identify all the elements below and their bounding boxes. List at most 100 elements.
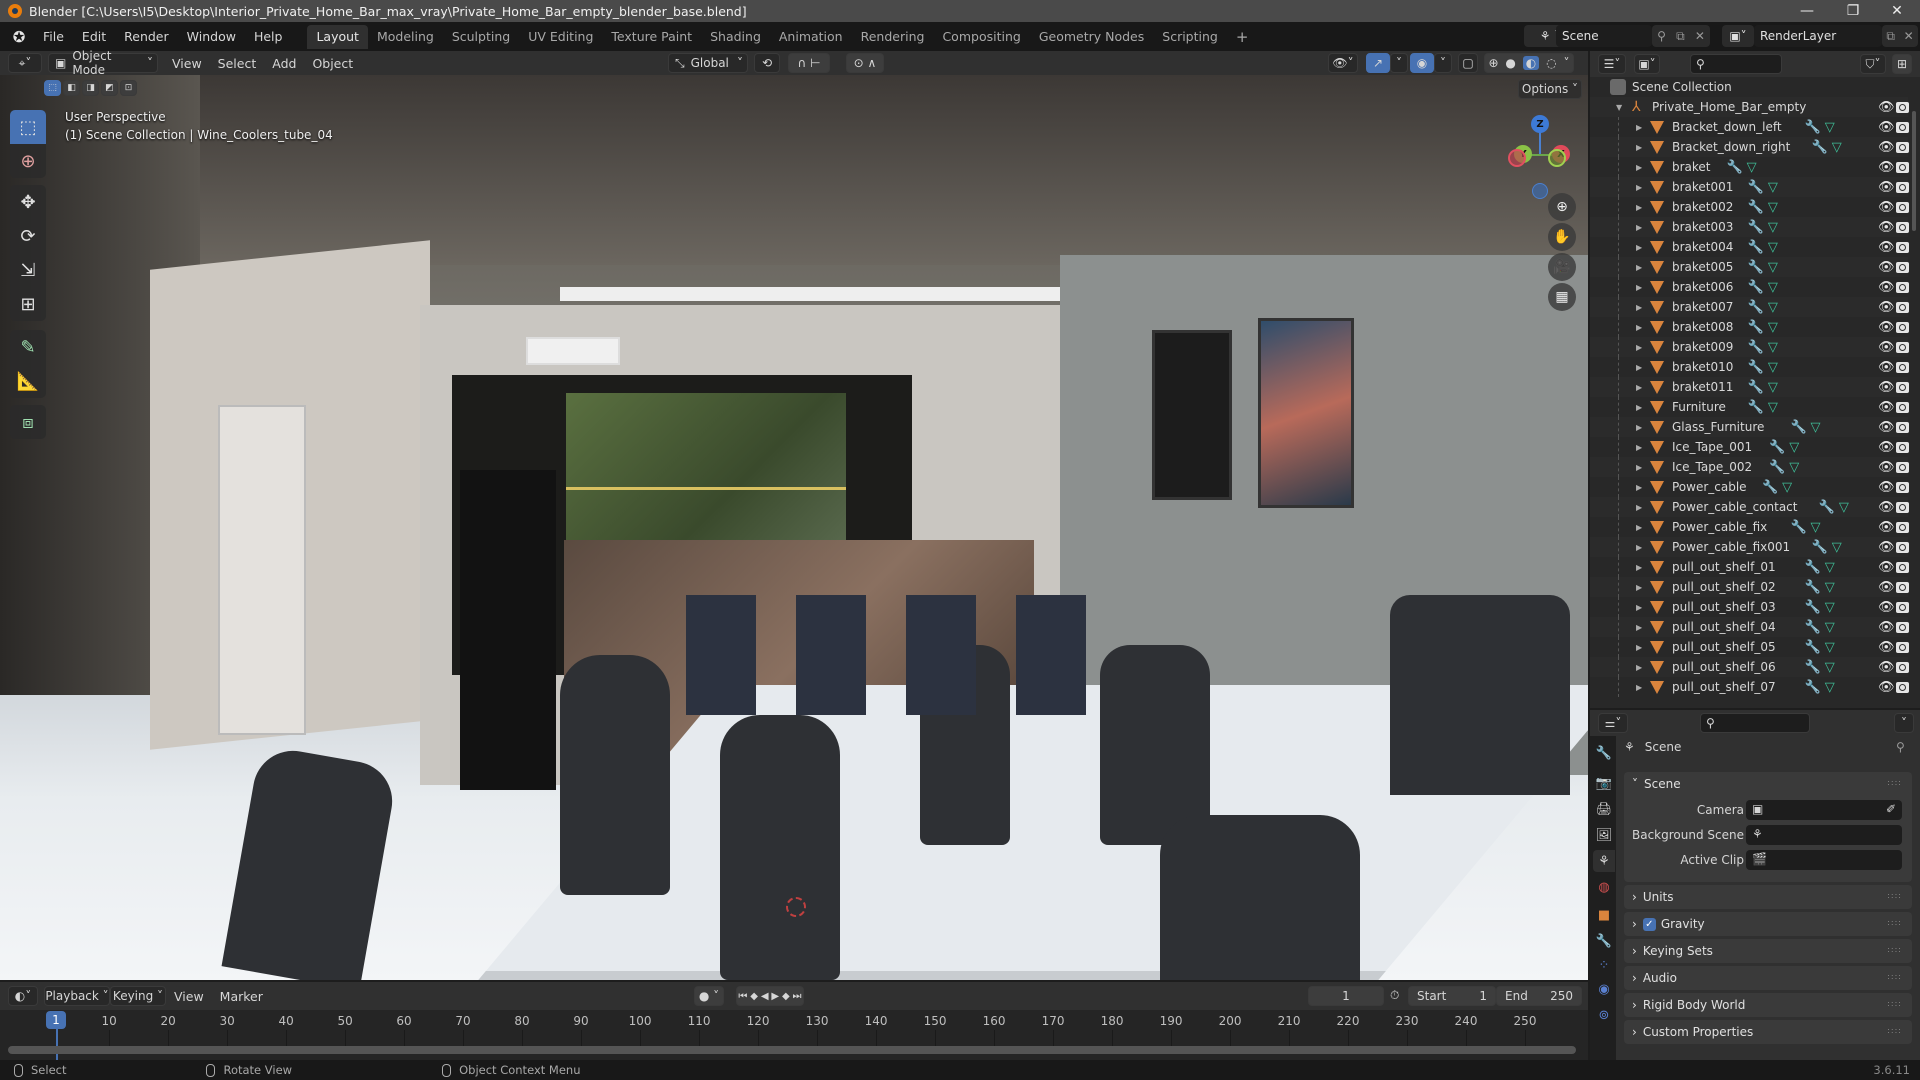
outliner-object-row[interactable]: ▶ braket009 🔧 ▽ 👁 <box>1590 337 1909 357</box>
mesh-data-icon[interactable]: ▽ <box>1768 320 1778 335</box>
mesh-data-icon[interactable]: ▽ <box>1789 440 1799 455</box>
properties-options-dropdown[interactable]: ˅ <box>1894 713 1914 733</box>
move-tool-icon[interactable]: ✥ <box>10 185 46 219</box>
auto-keying-toggle[interactable]: ● ˅ <box>694 986 724 1006</box>
visibility-eye-icon[interactable]: 👁 <box>1878 660 1895 675</box>
expand-arrow-icon[interactable]: ▶ <box>1636 523 1642 532</box>
z-axis-icon[interactable]: Z <box>1531 115 1549 133</box>
modifier-icon[interactable]: 🔧 <box>1805 680 1821 695</box>
outliner-object-row[interactable]: ▶ Bracket_down_right 🔧 ▽ 👁 <box>1590 137 1909 157</box>
editor-type-button[interactable]: ⚌˅ <box>1598 713 1628 733</box>
properties-search-input[interactable]: ⚲ <box>1700 713 1810 733</box>
visibility-eye-icon[interactable]: 👁 <box>1878 260 1895 275</box>
new-collection-button[interactable]: ⊞ <box>1892 54 1912 74</box>
outliner-object-row[interactable]: ▶ braket010 🔧 ▽ 👁 <box>1590 357 1909 377</box>
camera-view-icon[interactable]: 🎥 <box>1548 253 1576 281</box>
tab-sculpting[interactable]: Sculpting <box>443 25 519 49</box>
expand-arrow-icon[interactable]: ▶ <box>1636 363 1642 372</box>
preview-range-icon[interactable]: ⏱ <box>1390 988 1399 1003</box>
outliner-object-row[interactable]: ▶ Power_cable_fix001 🔧 ▽ 👁 <box>1590 537 1909 557</box>
measure-tool-icon[interactable]: 📐 <box>10 364 46 398</box>
world-tab-icon[interactable]: ◍ <box>1593 876 1615 898</box>
mesh-data-icon[interactable]: ▽ <box>1825 580 1835 595</box>
editor-type-button[interactable]: ◐˅ <box>8 986 38 1006</box>
render-camera-icon[interactable] <box>1896 461 1909 473</box>
outliner-search-input[interactable]: ⚲ <box>1690 54 1782 74</box>
menu-file[interactable]: File <box>34 26 73 48</box>
scene-tab-icon[interactable]: ⚘ <box>1593 850 1615 872</box>
camera-field[interactable]: ▣ ✐ <box>1746 800 1902 820</box>
tab-texture-paint[interactable]: Texture Paint <box>602 25 701 49</box>
mesh-data-icon[interactable]: ▽ <box>1768 340 1778 355</box>
visibility-eye-icon[interactable]: 👁 <box>1878 560 1895 575</box>
mesh-data-icon[interactable]: ▽ <box>1832 140 1842 155</box>
outliner-collection-row[interactable]: ▼ ⅄ Private_Home_Bar_empty 👁 <box>1590 97 1909 117</box>
visibility-eye-icon[interactable]: 👁 <box>1878 340 1895 355</box>
add-cube-tool-icon[interactable]: ⧈ <box>10 405 46 439</box>
visibility-eye-icon[interactable]: 👁 <box>1878 280 1895 295</box>
pin-icon[interactable]: ⚲ <box>1896 740 1905 754</box>
mesh-data-icon[interactable]: ▽ <box>1768 380 1778 395</box>
scene-name-field[interactable]: Scene <box>1556 25 1652 47</box>
render-camera-icon[interactable] <box>1896 681 1909 693</box>
outliner-object-row[interactable]: ▶ pull_out_shelf_06 🔧 ▽ 👁 <box>1590 657 1909 677</box>
filter-dropdown[interactable]: ⛉˅ <box>1860 54 1886 74</box>
render-camera-icon[interactable] <box>1896 201 1909 213</box>
visibility-eye-icon[interactable]: 👁 <box>1878 160 1895 175</box>
modifier-icon[interactable]: 🔧 <box>1791 520 1807 535</box>
zoom-view-icon[interactable]: ⊕ <box>1548 193 1576 221</box>
collapse-arrow-icon[interactable]: ▼ <box>1616 103 1622 112</box>
audio-panel[interactable]: › Audio:::: <box>1624 966 1912 990</box>
3d-cursor[interactable] <box>786 897 806 917</box>
outliner-object-row[interactable]: ▶ braket005 🔧 ▽ 👁 <box>1590 257 1909 277</box>
shading-dropdown[interactable]: ˅ <box>1564 56 1570 70</box>
visibility-eye-icon[interactable]: 👁 <box>1878 220 1895 235</box>
filter-scenes-dropdown[interactable]: ▣˅ <box>1634 54 1660 74</box>
visibility-eye-icon[interactable]: 👁 <box>1878 240 1895 255</box>
outliner-object-row[interactable]: ▶ pull_out_shelf_01 🔧 ▽ 👁 <box>1590 557 1909 577</box>
outliner-object-row[interactable]: ▶ Furniture 🔧 ▽ 👁 <box>1590 397 1909 417</box>
visibility-eye-icon[interactable]: 👁 <box>1878 300 1895 315</box>
prev-keyframe-icon[interactable]: ◆ <box>750 991 758 1002</box>
mesh-data-icon[interactable]: ▽ <box>1825 660 1835 675</box>
modifier-icon[interactable]: 🔧 <box>1805 560 1821 575</box>
play-icon[interactable]: ▶ <box>771 991 779 1002</box>
select-box-tool-icon[interactable]: ⬚ <box>10 110 46 144</box>
proportional-edit-toggle[interactable]: ⊙ ∧ <box>846 53 884 73</box>
mesh-data-icon[interactable]: ▽ <box>1782 480 1792 495</box>
expand-arrow-icon[interactable]: ▶ <box>1636 503 1642 512</box>
cursor-tool-icon[interactable]: ⊕ <box>10 144 46 178</box>
modifier-icon[interactable]: 🔧 <box>1812 540 1828 555</box>
outliner-object-row[interactable]: ▶ braket011 🔧 ▽ 👁 <box>1590 377 1909 397</box>
mesh-data-icon[interactable]: ▽ <box>1747 160 1757 175</box>
visibility-eye-icon[interactable]: 👁 <box>1878 460 1895 475</box>
modifier-icon[interactable]: 🔧 <box>1769 460 1785 475</box>
menu-marker[interactable]: Marker <box>212 989 271 1004</box>
render-camera-icon[interactable] <box>1896 541 1909 553</box>
visibility-eye-icon[interactable]: 👁 <box>1878 180 1895 195</box>
mesh-data-icon[interactable]: ▽ <box>1768 220 1778 235</box>
timeline[interactable]: 10 20 30 40 50 60 70 80 90 100 110 120 130 140 150 160 1… <box>0 1010 1588 1060</box>
visibility-eye-icon[interactable]: 👁 <box>1878 580 1895 595</box>
gravity-checkbox[interactable]: ✓ <box>1642 917 1656 931</box>
modifier-icon[interactable]: 🔧 <box>1748 200 1764 215</box>
playback-dropdown[interactable]: Playback ˅ <box>44 986 110 1006</box>
render-camera-icon[interactable] <box>1896 381 1909 393</box>
mesh-data-icon[interactable]: ▽ <box>1839 500 1849 515</box>
snap-toggle[interactable]: ∩ ⊢ <box>788 53 830 73</box>
render-camera-icon[interactable] <box>1896 301 1909 313</box>
menu-view[interactable]: View <box>164 56 210 71</box>
tab-modeling[interactable]: Modeling <box>368 25 443 49</box>
visibility-eye-icon[interactable]: 👁 <box>1878 640 1895 655</box>
expand-arrow-icon[interactable]: ▶ <box>1636 263 1642 272</box>
menu-edit[interactable]: Edit <box>73 26 115 48</box>
select-extend-icon[interactable]: ◧ <box>63 80 80 96</box>
outliner-object-row[interactable]: ▶ Power_cable_contact 🔧 ▽ 👁 <box>1590 497 1909 517</box>
outliner-object-row[interactable]: ▶ Power_cable 🔧 ▽ 👁 <box>1590 477 1909 497</box>
pin-icon[interactable]: ⚲ <box>1657 29 1666 43</box>
modifier-icon[interactable]: 🔧 <box>1769 440 1785 455</box>
rigid-body-world-panel[interactable]: › Rigid Body World:::: <box>1624 993 1912 1017</box>
expand-arrow-icon[interactable]: ▶ <box>1636 623 1642 632</box>
menu-render[interactable]: Render <box>115 26 178 48</box>
render-camera-icon[interactable] <box>1896 481 1909 493</box>
